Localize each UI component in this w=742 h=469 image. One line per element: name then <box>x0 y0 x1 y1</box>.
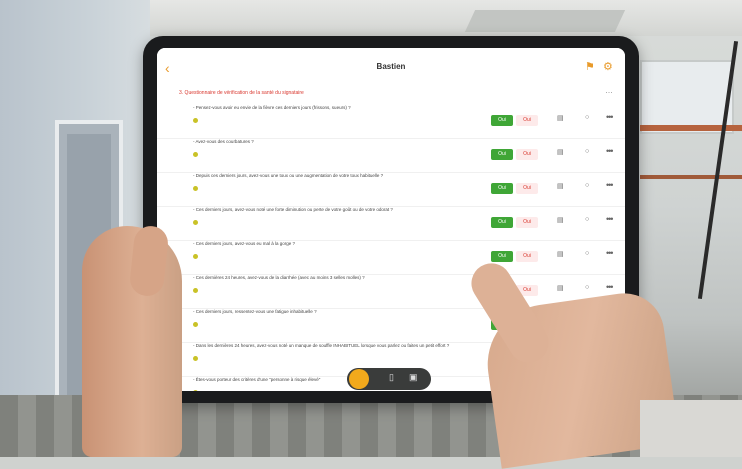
status-dot <box>193 390 198 391</box>
question-text: - Pensez-vous avoir eu envie de la fièvr… <box>193 105 351 110</box>
question-row: - Depuis ces derniers jours, avez-vous u… <box>157 170 625 207</box>
question-row: - Pensez-vous avoir eu envie de la fièvr… <box>157 102 625 139</box>
sleeve <box>640 400 742 457</box>
question-text: - Avez-vous des courbatures ? <box>193 139 254 144</box>
more-icon[interactable]: ••• <box>606 282 614 292</box>
copy-icon[interactable]: ▣ <box>409 372 418 383</box>
rail-lower <box>640 175 742 179</box>
document-icon[interactable]: ▯ <box>389 372 394 383</box>
question-row: - Ces derniers jours, avez-vous eu mal à… <box>157 238 625 275</box>
comment-icon[interactable]: ○ <box>585 148 589 155</box>
no-button[interactable]: Oui <box>516 217 538 228</box>
camera-icon[interactable]: ▤ <box>557 148 564 156</box>
more-icon[interactable]: ••• <box>606 112 614 122</box>
camera-icon[interactable]: ▤ <box>557 284 564 292</box>
camera-icon[interactable]: ▤ <box>557 250 564 258</box>
question-row: - Ces derniers jours, avez-vous noté une… <box>157 204 625 241</box>
comment-icon[interactable]: ○ <box>585 182 589 189</box>
no-button[interactable]: Oui <box>516 149 538 160</box>
question-text: - Dans les dernières 24 heures, avez-vou… <box>193 343 450 348</box>
status-dot <box>193 288 198 293</box>
page-title: Bastien <box>376 62 406 71</box>
status-dot <box>193 152 198 157</box>
more-icon[interactable]: ••• <box>606 180 614 190</box>
gear-icon[interactable]: ⚙ <box>603 60 615 74</box>
question-text: - Ces derniers jours, avez-vous noté une… <box>193 207 393 212</box>
comment-icon[interactable]: ○ <box>585 250 589 257</box>
window <box>640 60 734 134</box>
question-text: - Ces derniers jours, avez-vous eu mal à… <box>193 241 296 246</box>
status-dot <box>193 220 198 225</box>
status-dot <box>193 186 198 191</box>
camera-icon[interactable]: ▤ <box>557 182 564 190</box>
camera-icon[interactable]: ▤ <box>557 114 564 122</box>
no-button[interactable]: Oui <box>516 251 538 262</box>
comment-icon[interactable]: ○ <box>585 114 589 121</box>
yes-button[interactable]: Oui <box>491 149 513 160</box>
ceiling-beam <box>464 10 626 32</box>
toggle-knob[interactable] <box>349 369 369 389</box>
question-row: - Avez-vous des courbatures ? Oui Oui ▤ ○ ••• <box>157 136 625 173</box>
question-text: - Ces dernières 24 heures, avez-vous de … <box>193 275 365 280</box>
status-dot <box>193 254 198 259</box>
camera-icon[interactable]: ▤ <box>557 216 564 224</box>
floating-toolbar[interactable]: ▯ ▣ <box>347 368 431 390</box>
comment-icon[interactable]: ○ <box>585 284 589 291</box>
more-icon[interactable]: ••• <box>606 248 614 258</box>
ceiling <box>140 0 742 36</box>
top-bar: ‹ Bastien ⚑ ⚙ <box>157 48 625 88</box>
no-button[interactable]: Oui <box>516 115 538 126</box>
question-text: - Ces derniers jours, ressentez-vous une… <box>193 309 317 314</box>
rail <box>640 125 742 131</box>
more-icon[interactable]: ••• <box>606 214 614 224</box>
section-title: 3. Questionnaire de vérification de la s… <box>179 90 304 96</box>
status-dot <box>193 356 198 361</box>
no-button[interactable]: Oui <box>516 183 538 194</box>
more-icon[interactable]: ••• <box>606 146 614 156</box>
yes-button[interactable]: Oui <box>491 217 513 228</box>
yes-button[interactable]: Oui <box>491 183 513 194</box>
yes-button[interactable]: Oui <box>491 115 513 126</box>
status-dot <box>193 322 198 327</box>
comment-icon[interactable]: ○ <box>585 216 589 223</box>
flag-icon[interactable]: ⚑ <box>585 60 595 74</box>
question-text: - Depuis ces derniers jours, avez-vous u… <box>193 173 384 178</box>
more-icon[interactable]: … <box>605 86 613 95</box>
status-dot <box>193 118 198 123</box>
yes-button[interactable]: Oui <box>491 251 513 262</box>
